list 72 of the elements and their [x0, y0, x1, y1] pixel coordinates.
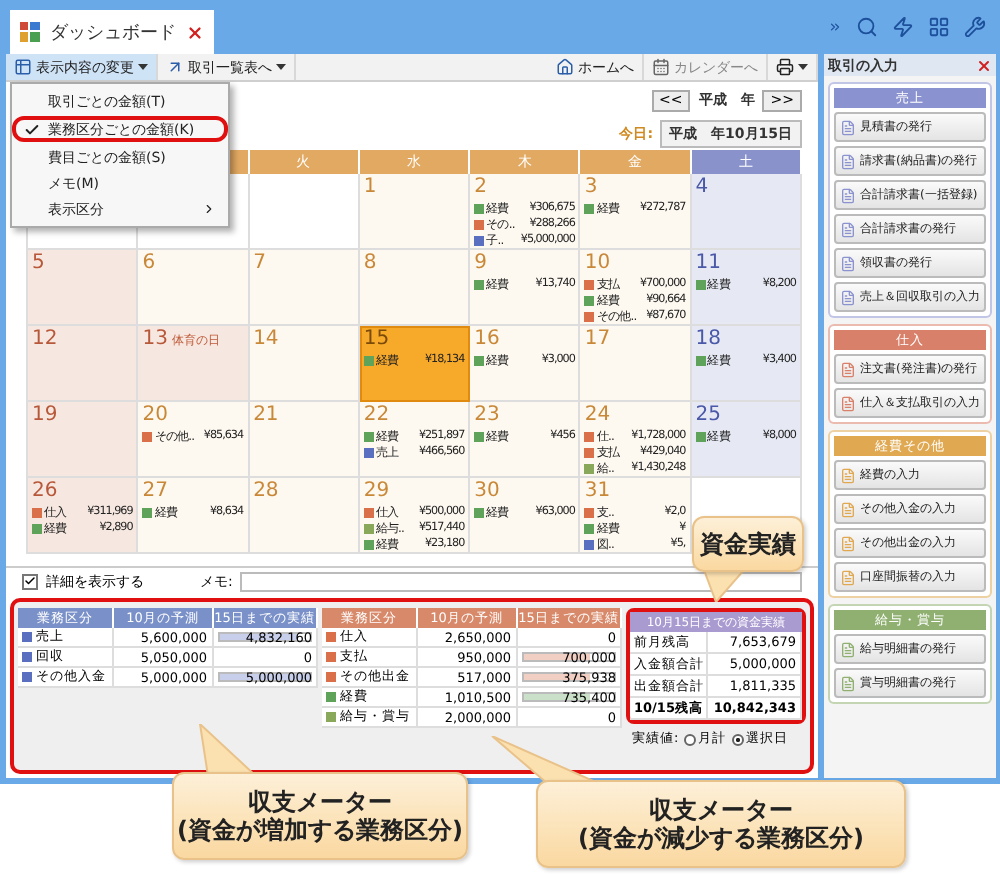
day-cell[interactable]: 19 [28, 402, 139, 478]
day-number: 27 [142, 480, 169, 504]
close-icon[interactable] [186, 23, 204, 41]
callout: 資金実績 [692, 516, 804, 572]
day-number: 25 [695, 404, 721, 428]
day-number: 8 [363, 252, 377, 276]
day-number: 11 [695, 252, 721, 276]
day-number: 5 [32, 252, 45, 276]
day-number: 2 [474, 176, 488, 200]
document-icon [840, 501, 856, 517]
overflow-icon[interactable] [828, 20, 842, 34]
caret-icon [276, 64, 286, 70]
day-number: 20 [142, 404, 169, 428]
callout: 収支メーター (資金が減少する業務区分) [536, 780, 906, 868]
close-icon[interactable] [976, 57, 992, 73]
document-icon [840, 289, 856, 305]
day-cell[interactable]: 12 [28, 326, 139, 402]
day-number: 28 [253, 480, 279, 504]
day-number: 15 [363, 328, 390, 352]
document-icon [840, 187, 856, 203]
search-icon[interactable] [856, 16, 878, 38]
callout: 収支メーター (資金が増加する業務区分) [172, 772, 468, 860]
day-cell[interactable]: 5 [28, 250, 139, 326]
document-icon [840, 361, 856, 377]
day-cell[interactable]: 4 [691, 174, 802, 250]
day-number: 21 [253, 404, 279, 428]
day-number: 22 [363, 404, 390, 428]
calendar-icon [652, 58, 670, 76]
document-icon [840, 119, 856, 135]
printer-icon [776, 58, 794, 76]
day-number: 9 [474, 252, 488, 276]
caret-icon [798, 64, 808, 70]
memo-field[interactable] [240, 571, 802, 591]
day-number: 12 [32, 328, 58, 352]
day-number: 17 [584, 328, 611, 352]
day-number: 16 [474, 328, 500, 352]
lightning-icon[interactable] [892, 16, 914, 38]
caret-icon [138, 64, 148, 70]
day-number: 14 [253, 328, 279, 352]
document-icon [840, 221, 856, 237]
arrow-icon [166, 58, 184, 76]
submenu-icon [202, 202, 216, 216]
grid-icon[interactable] [928, 16, 950, 38]
day-number: 4 [695, 176, 709, 200]
day-number: 13 [142, 328, 169, 352]
day-number: 3 [584, 176, 598, 200]
document-icon [840, 535, 856, 551]
day-number: 23 [474, 404, 500, 428]
day-number: 6 [142, 252, 156, 276]
day-number: 19 [32, 404, 58, 428]
day-number: 1 [363, 176, 377, 200]
document-icon [840, 569, 856, 585]
day-number: 7 [253, 252, 266, 276]
tools-icon[interactable] [964, 16, 986, 38]
day-number: 26 [32, 480, 58, 504]
document-icon [840, 395, 856, 411]
dashboard-icon [20, 22, 40, 42]
table-icon [14, 58, 32, 76]
document-icon [840, 641, 856, 657]
dashboard-tab[interactable]: ダッシュボード [10, 10, 214, 54]
day-number: 30 [474, 480, 500, 504]
day-number: 24 [584, 404, 611, 428]
day-number: 31 [584, 480, 611, 504]
details-checkbox[interactable] [22, 573, 38, 589]
day-number: 10 [584, 252, 611, 276]
day-number: 29 [363, 480, 390, 504]
document-icon [840, 153, 856, 169]
day-number: 18 [695, 328, 721, 352]
document-icon [840, 675, 856, 691]
document-icon [840, 255, 856, 271]
document-icon [840, 467, 856, 483]
home-icon [556, 58, 574, 76]
